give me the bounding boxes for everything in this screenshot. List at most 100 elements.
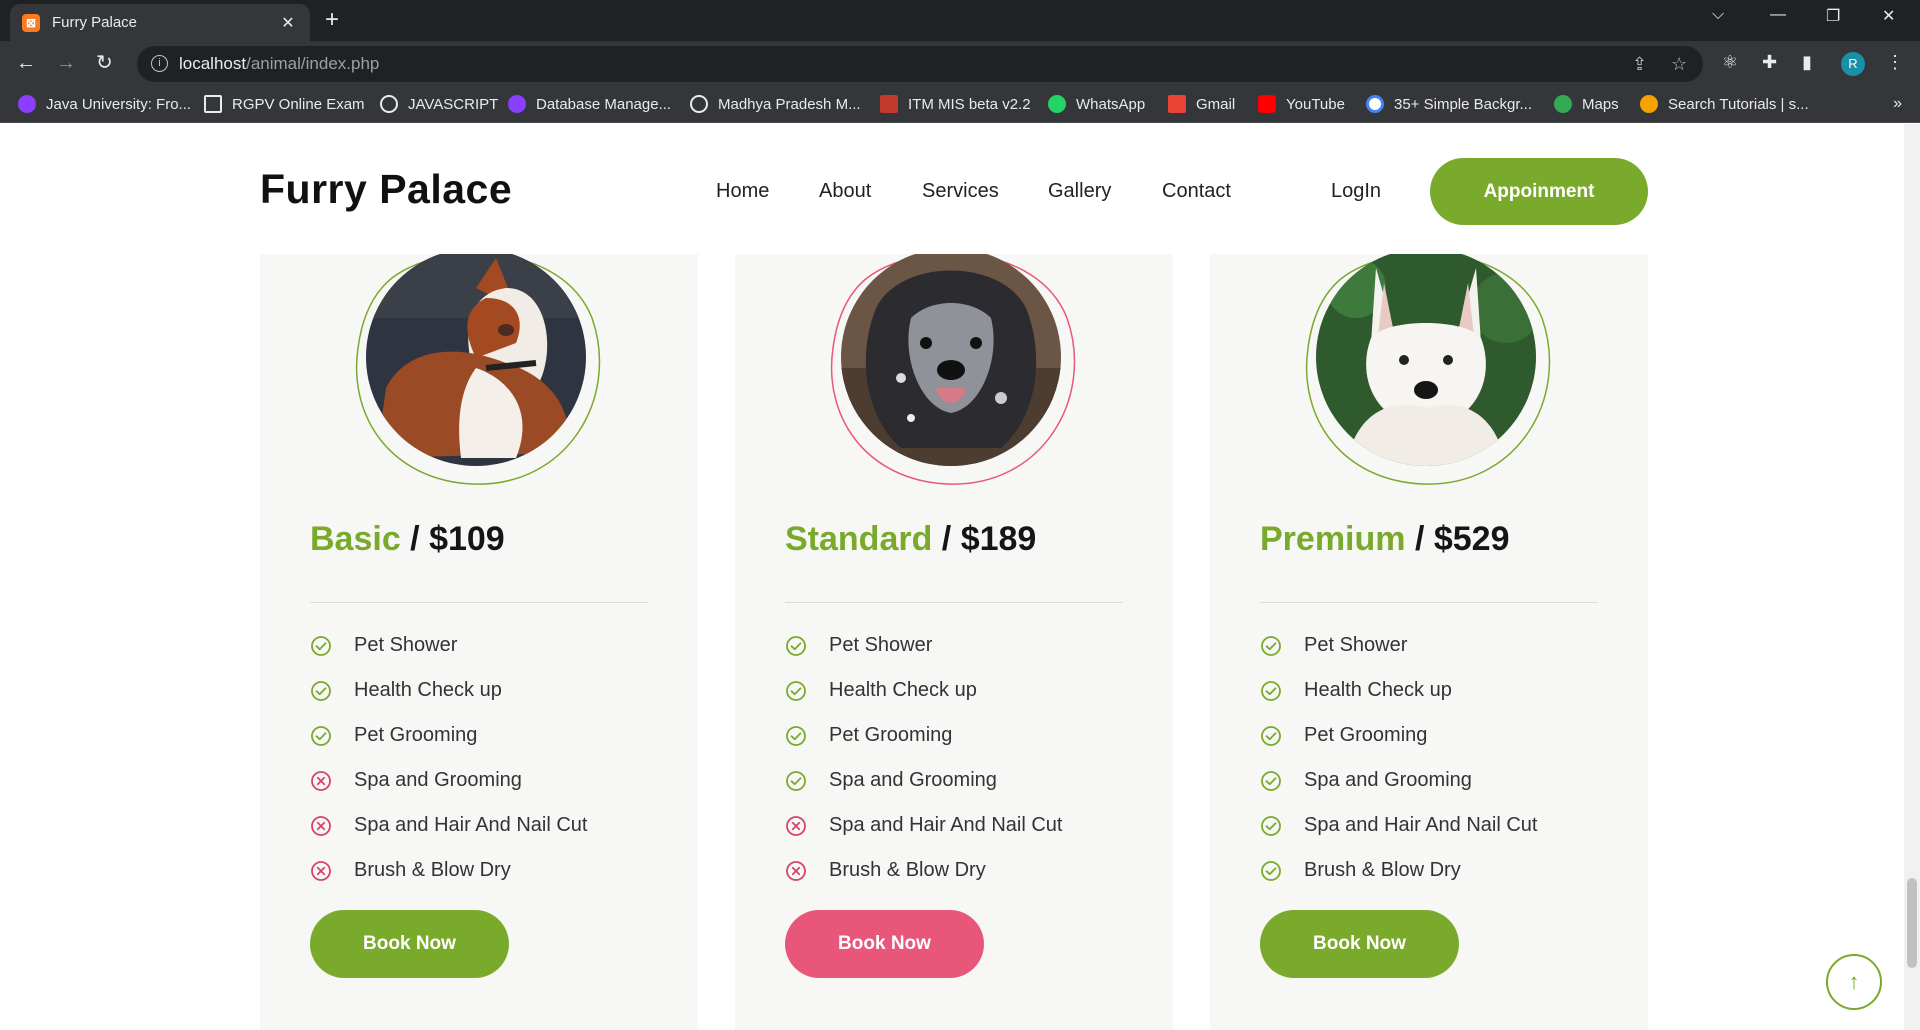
plan-price: $529 [1433, 520, 1510, 558]
feature-item: Spa and Hair And Nail Cut [310, 814, 587, 837]
pet-photo-frame [352, 248, 607, 488]
feature-label: Pet Shower [354, 634, 458, 656]
back-icon[interactable]: ← [16, 52, 36, 74]
new-tab-icon[interactable]: + [325, 8, 339, 32]
book-now-button[interactable]: Book Now [785, 910, 984, 978]
pricing-card-standard: Standard / $189 Pet Shower Health Check u… [735, 248, 1173, 1030]
scrollbar-thumb[interactable] [1907, 878, 1917, 968]
feature-item: Spa and Hair And Nail Cut [1260, 814, 1537, 837]
menu-icon[interactable]: ⋮ [1886, 52, 1904, 73]
check-circle-icon [1261, 680, 1281, 701]
site-header: Furry Palace Home About Services Gallery… [0, 124, 1904, 254]
check-circle-icon [311, 680, 331, 701]
bookmark-item[interactable]: JAVASCRIPT [380, 95, 498, 113]
close-tab-icon[interactable]: ✕ [278, 13, 298, 33]
arrow-up-icon: ↑ [1848, 969, 1860, 994]
feature-item: Spa and Hair And Nail Cut [785, 814, 1062, 837]
extensions-icon[interactable]: ✚ [1762, 52, 1777, 73]
bookmark-item[interactable]: Gmail [1168, 95, 1235, 113]
bookmark-item[interactable]: 35+ Simple Backgr... [1366, 95, 1532, 113]
react-devtools-icon[interactable]: ⚛ [1722, 52, 1738, 73]
book-now-button[interactable]: Book Now [1260, 910, 1459, 978]
profile-avatar[interactable]: R [1841, 52, 1865, 76]
plan-name: Premium [1260, 520, 1406, 558]
divider [310, 602, 648, 603]
bookmark-item[interactable]: Madhya Pradesh M... [690, 95, 861, 113]
back-to-top-button[interactable]: ↑ [1826, 954, 1882, 1010]
plan-title: Premium / $529 [1260, 520, 1509, 559]
nav-contact[interactable]: Contact [1162, 180, 1231, 203]
purple-shield-icon [18, 95, 36, 113]
bookmark-item[interactable]: ITM MIS beta v2.2 [880, 95, 1031, 113]
share-icon[interactable]: ⇪ [1632, 54, 1647, 75]
plan-name: Standard [785, 520, 933, 558]
google-icon [1366, 95, 1384, 113]
forward-icon[interactable]: → [56, 52, 76, 74]
nav-login[interactable]: LogIn [1331, 180, 1381, 203]
feature-label: Pet Grooming [1304, 724, 1428, 746]
side-panel-icon[interactable]: ▮ [1802, 52, 1812, 73]
xampp-icon: ⊠ [22, 13, 40, 32]
bookmark-item[interactable]: Java University: Fro... [18, 95, 191, 113]
url-text[interactable]: localhost/animal/index.php [179, 54, 379, 74]
bookmark-star-icon[interactable]: ☆ [1671, 54, 1687, 75]
address-bar[interactable]: i localhost/animal/index.php ⇪ ☆ [137, 46, 1703, 82]
check-circle-icon [786, 725, 806, 746]
nav-home[interactable]: Home [716, 180, 769, 203]
bookmark-item[interactable]: Database Manage... [508, 95, 671, 113]
nav-about[interactable]: About [819, 180, 871, 203]
browser-tab[interactable]: ⊠ Furry Palace ✕ [10, 4, 310, 41]
x-circle-icon [311, 770, 331, 791]
whatsapp-icon [1048, 95, 1066, 113]
itm-icon [880, 95, 898, 113]
feature-label: Brush & Blow Dry [829, 859, 986, 881]
minimize-icon[interactable]: — [1770, 6, 1786, 24]
feature-label: Spa and Hair And Nail Cut [829, 814, 1063, 836]
feature-item: Pet Grooming [785, 724, 952, 747]
nav-gallery[interactable]: Gallery [1048, 180, 1111, 203]
bookmark-item[interactable]: Search Tutorials | s... [1640, 95, 1809, 113]
nav-services[interactable]: Services [922, 180, 999, 203]
bookmark-item[interactable]: RGPV Online Exam [204, 95, 365, 113]
youtube-icon [1258, 95, 1276, 113]
maps-icon [1554, 95, 1572, 113]
feature-item: Pet Shower [1260, 634, 1407, 657]
feature-item: Brush & Blow Dry [785, 859, 986, 882]
pricing-card-premium: Premium / $529 Pet Shower Health Check up… [1210, 248, 1648, 1030]
purple-shield-icon [508, 95, 526, 113]
tab-title: Furry Palace [52, 14, 138, 31]
plan-title: Standard / $189 [785, 520, 1036, 559]
bookmark-item[interactable]: WhatsApp [1048, 95, 1145, 113]
close-window-icon[interactable]: ✕ [1882, 6, 1895, 26]
feature-label: Pet Shower [1304, 634, 1408, 656]
bookmark-item[interactable]: YouTube [1258, 95, 1345, 113]
bookmark-item[interactable]: Maps [1554, 95, 1619, 113]
feature-label: Pet Grooming [354, 724, 478, 746]
plan-separator: / [1405, 520, 1434, 558]
book-now-button[interactable]: Book Now [310, 910, 509, 978]
appointment-button[interactable]: Appoinment [1430, 158, 1648, 225]
plan-name: Basic [310, 520, 401, 558]
x-circle-icon [311, 860, 331, 881]
feature-item: Spa and Grooming [785, 769, 997, 792]
feature-item: Pet Grooming [310, 724, 477, 747]
more-bookmarks-icon[interactable]: » [1893, 95, 1902, 113]
feature-label: Spa and Grooming [829, 769, 997, 791]
page-scrollbar[interactable] [1904, 124, 1920, 1030]
x-circle-icon [786, 860, 806, 881]
reload-icon[interactable]: ↻ [96, 52, 113, 74]
feature-label: Spa and Hair And Nail Cut [1304, 814, 1538, 836]
feature-label: Spa and Hair And Nail Cut [354, 814, 588, 836]
tab-search-icon[interactable]: ⌵ [1712, 6, 1724, 24]
site-info-icon[interactable]: i [151, 55, 168, 72]
feature-item: Health Check up [785, 679, 977, 702]
feature-item: Spa and Grooming [1260, 769, 1472, 792]
globe-icon [380, 95, 398, 113]
feature-item: Pet Shower [785, 634, 932, 657]
restore-icon[interactable]: ❐ [1826, 6, 1840, 26]
plan-title: Basic / $109 [310, 520, 505, 559]
pricing-card-basic: Basic / $109 Pet Shower Health Check up Pe… [260, 248, 698, 1030]
feature-item: Spa and Grooming [310, 769, 522, 792]
check-circle-icon [311, 635, 331, 656]
site-logo[interactable]: Furry Palace [260, 166, 512, 213]
